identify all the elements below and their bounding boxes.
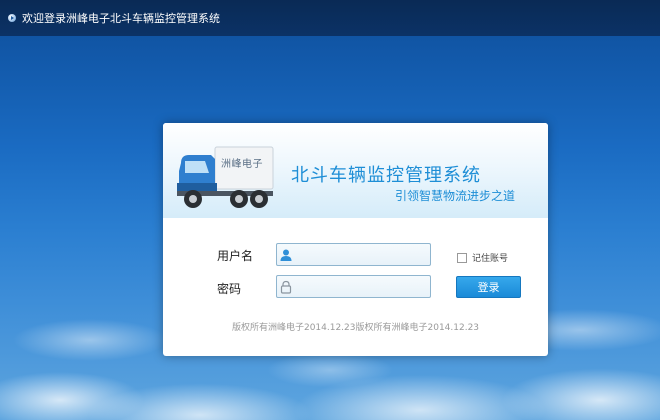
- user-icon: [279, 245, 293, 264]
- username-field-box[interactable]: [276, 243, 442, 266]
- system-title: 北斗车辆监控管理系统: [291, 165, 481, 186]
- lock-icon: [279, 277, 293, 296]
- remember-label: 记住账号: [472, 254, 509, 264]
- copyright-text: 版权所有洲峰电子2014.12.23版权所有洲峰电子2014.12.23: [231, 323, 480, 333]
- password-field-box[interactable]: [276, 275, 442, 298]
- play-circle-icon: [8, 14, 16, 22]
- window-title: 欢迎登录洲峰电子北斗车辆监控管理系统: [22, 12, 220, 25]
- password-label: 密码: [217, 282, 242, 296]
- top-bar: 欢迎登录洲峰电子北斗车辆监控管理系统: [0, 0, 660, 36]
- truck-icon: [177, 146, 274, 208]
- username-label: 用户名: [217, 249, 254, 263]
- login-panel: 洲峰电子 北斗车辆监控管理系统 引领智慧物流进步之道 用户名 记住账号 密码 登…: [163, 123, 548, 356]
- login-button[interactable]: 登录: [456, 276, 521, 298]
- remember-account[interactable]: 记住账号: [457, 251, 508, 264]
- login-banner: 洲峰电子 北斗车辆监控管理系统 引领智慧物流进步之道: [163, 123, 548, 218]
- password-input[interactable]: [293, 276, 442, 297]
- username-input[interactable]: [293, 244, 442, 265]
- remember-checkbox[interactable]: [457, 252, 467, 263]
- slogan: 引领智慧物流进步之道: [395, 189, 516, 203]
- brand-mark: 洲峰电子: [221, 159, 263, 170]
